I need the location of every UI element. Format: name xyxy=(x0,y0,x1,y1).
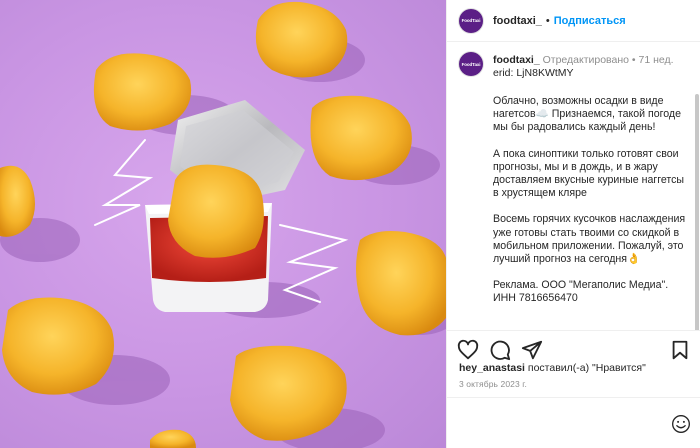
follow-button[interactable]: Подписаться xyxy=(554,15,626,27)
caption-avatar[interactable]: FoodTaxi xyxy=(459,52,483,76)
caption-paragraph: А пока синоптики только готовят свои про… xyxy=(493,147,685,200)
bookmark-icon[interactable] xyxy=(669,339,691,361)
post-header: FoodTaxi foodtaxi_ • Подписаться xyxy=(447,0,700,42)
post-date[interactable]: 3 октябрь 2023 г. xyxy=(459,379,527,389)
post-age[interactable]: 71 нед. xyxy=(639,54,674,66)
liker-username[interactable]: hey_anastasi xyxy=(459,362,525,374)
post-photo[interactable] xyxy=(0,0,446,448)
share-icon[interactable] xyxy=(521,339,543,361)
comment-bar[interactable] xyxy=(447,397,700,448)
instagram-post: FoodTaxi foodtaxi_ • Подписаться FoodTax… xyxy=(0,0,700,448)
erid-label: erid: LjN8KWtMY xyxy=(493,67,574,79)
caption-username[interactable]: foodtaxi_ xyxy=(493,54,540,66)
edited-label: Отредактировано xyxy=(542,54,629,66)
author-avatar[interactable]: FoodTaxi xyxy=(459,8,483,33)
post-side-panel: FoodTaxi foodtaxi_ • Подписаться FoodTax… xyxy=(446,0,700,448)
caption-scroll-area[interactable]: FoodTaxi foodtaxi_ Отредактировано • 71 … xyxy=(447,42,700,330)
heart-icon[interactable] xyxy=(457,339,479,361)
emoji-icon[interactable] xyxy=(671,414,691,434)
avatar-logo-text: FoodTaxi xyxy=(461,61,481,67)
nuggets-illustration xyxy=(0,1,446,448)
likes-text: поставил(-а) "Нравится" xyxy=(524,362,646,374)
action-bar xyxy=(447,330,700,366)
header-separator: • xyxy=(545,14,550,27)
caption-paragraph: Облачно, возможны осадки в виде нагетсов… xyxy=(493,95,681,134)
meta-dot: • xyxy=(631,54,636,66)
likes-summary: hey_anastasi поставил(-а) "Нравится" xyxy=(459,362,646,374)
caption-paragraph: Восемь горячих кусочков наслаждения уже … xyxy=(493,213,686,266)
caption-meta: foodtaxi_ Отредактировано • 71 нед. xyxy=(493,54,700,67)
caption-scrollbar[interactable] xyxy=(695,94,699,330)
caption-text: Облачно, возможны осадки в виде нагетсов… xyxy=(493,95,687,319)
comment-icon[interactable] xyxy=(489,339,511,361)
avatar-logo-text: FoodTaxi xyxy=(461,18,481,23)
caption-paragraph: Реклама. ООО "Мегаполис Медиа". ИНН 7816… xyxy=(493,279,669,305)
author-username[interactable]: foodtaxi_ xyxy=(493,15,542,27)
